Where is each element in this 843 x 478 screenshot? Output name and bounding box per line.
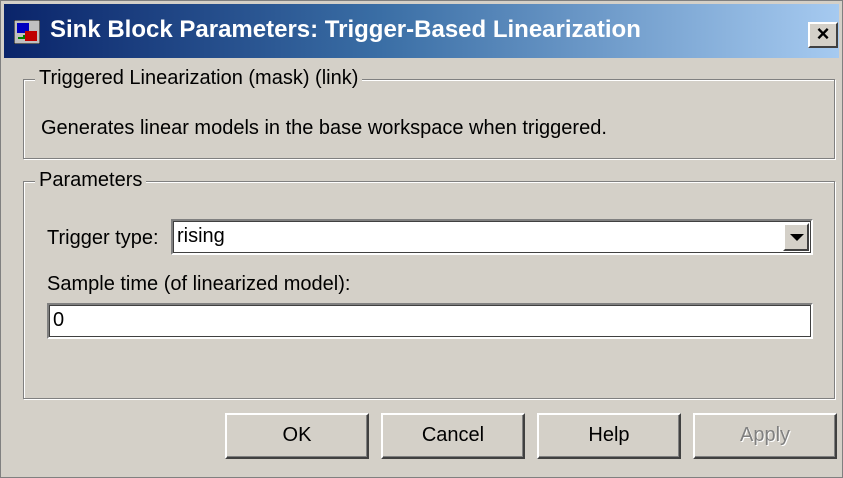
close-button[interactable]: × xyxy=(808,22,838,48)
dialog-window: Sink Block Parameters: Trigger-Based Lin… xyxy=(0,0,843,478)
simulink-block-icon xyxy=(14,20,40,44)
description-legend: Triggered Linearization (mask) (link) xyxy=(35,67,363,90)
close-icon: × xyxy=(816,21,830,46)
ok-button[interactable]: OK xyxy=(225,413,369,459)
block-description: Generates linear models in the base work… xyxy=(41,117,607,139)
parameters-legend: Parameters xyxy=(35,169,147,192)
cancel-button[interactable]: Cancel xyxy=(381,413,525,459)
help-button[interactable]: Help xyxy=(537,413,681,459)
apply-button[interactable]: Apply xyxy=(693,413,837,459)
trigger-type-select[interactable]: rising xyxy=(171,219,813,255)
trigger-type-label: Trigger type: xyxy=(47,227,159,249)
window-title: Sink Block Parameters: Trigger-Based Lin… xyxy=(50,16,641,43)
chevron-down-icon xyxy=(790,234,804,241)
title-bar[interactable]: Sink Block Parameters: Trigger-Based Lin… xyxy=(4,4,839,58)
trigger-type-dropdown-button[interactable] xyxy=(783,223,809,251)
trigger-type-value: rising xyxy=(177,225,225,247)
sample-time-input[interactable] xyxy=(53,309,793,332)
sample-time-label: Sample time (of linearized model): xyxy=(47,273,351,295)
sample-time-field[interactable] xyxy=(47,303,813,339)
